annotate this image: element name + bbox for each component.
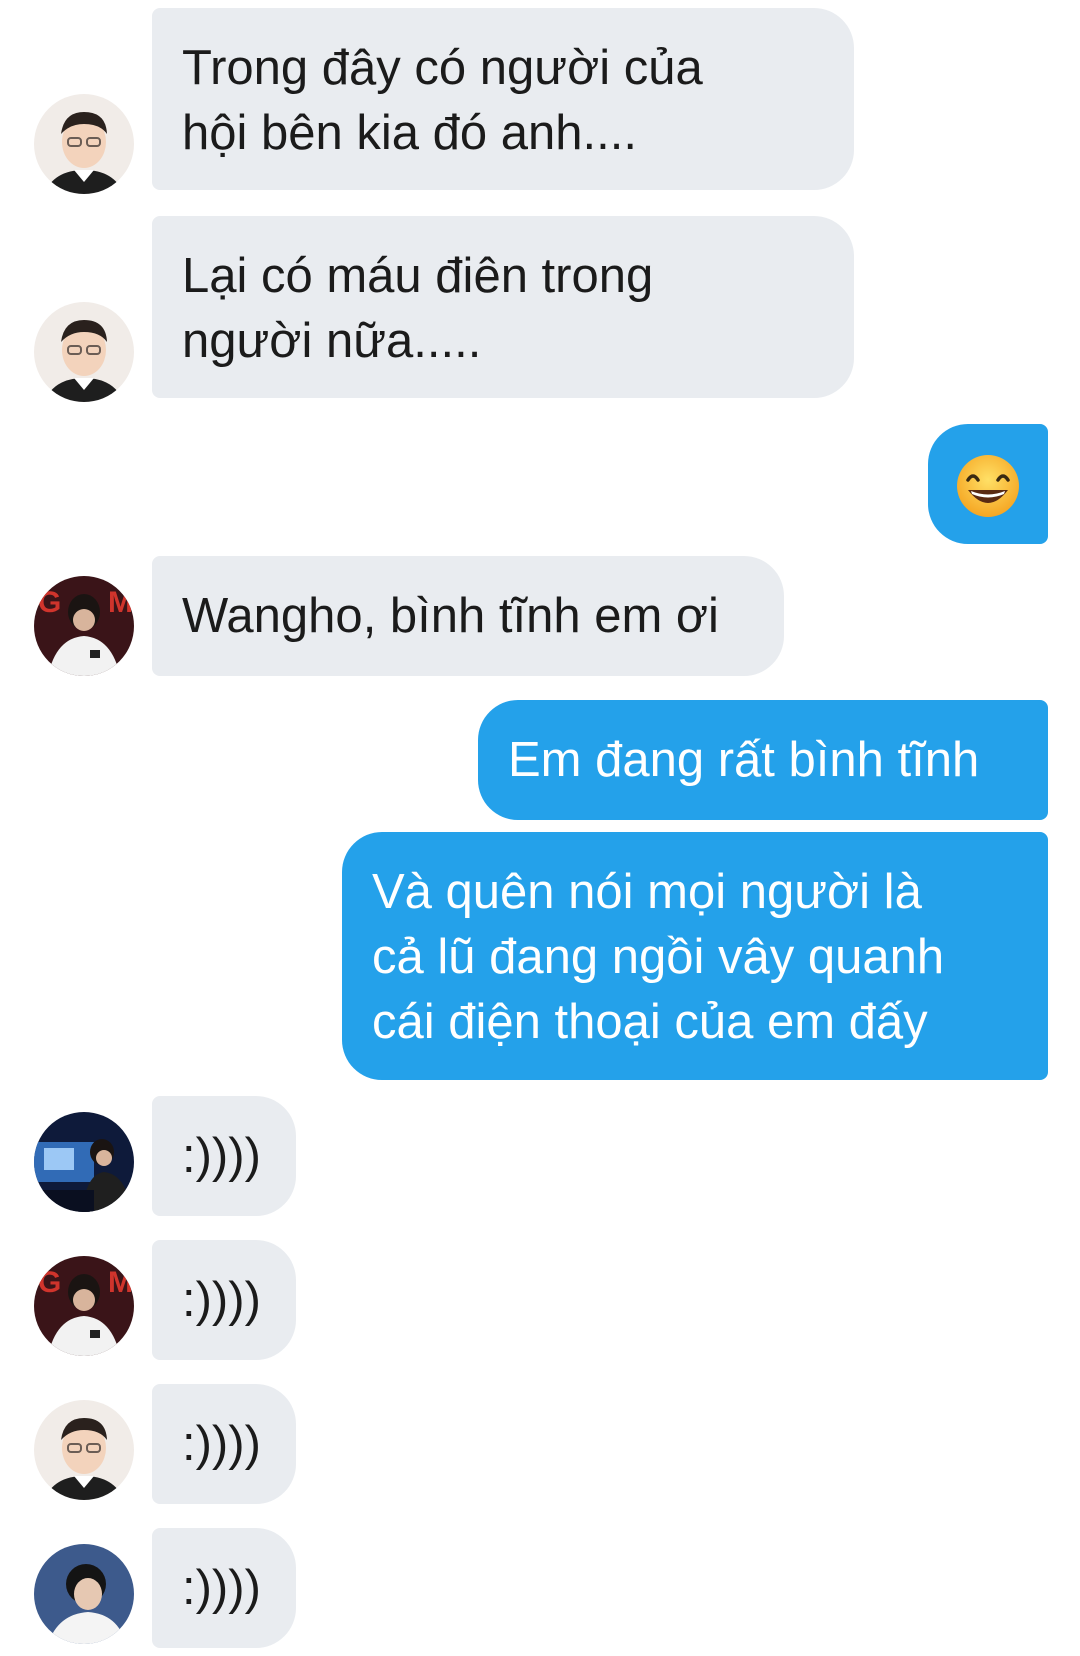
- message-bubble-incoming[interactable]: :)))): [152, 1528, 296, 1648]
- message-bubble-incoming[interactable]: :)))): [152, 1096, 296, 1216]
- message-text: cả lũ đang ngồi vây quanh: [372, 930, 945, 984]
- avatar-friend-glasses[interactable]: [34, 94, 134, 194]
- avatar-friend-glasses[interactable]: [34, 1400, 134, 1500]
- message-text: :)))): [182, 1561, 261, 1615]
- message-text: Em đang rất bình tĩnh: [508, 733, 980, 787]
- message-text: cái điện thoại của em đấy: [372, 995, 928, 1049]
- message-bubble-outgoing[interactable]: [928, 424, 1048, 544]
- svg-text:M: M: [108, 586, 133, 619]
- avatar-friend-blue[interactable]: [34, 1544, 134, 1644]
- grinning-face-emoji-icon: [957, 455, 1019, 517]
- svg-text:G: G: [38, 586, 61, 619]
- message-text: :)))): [182, 1129, 261, 1183]
- message-text: :)))): [182, 1417, 261, 1471]
- chat-thread: Trong đây có người của hội bên kia đó an…: [0, 0, 1080, 1656]
- svg-text:M: M: [108, 1266, 133, 1299]
- avatar-friend-stage[interactable]: [34, 1112, 134, 1212]
- avatar-friend-glasses[interactable]: [34, 302, 134, 402]
- message-text: Trong đây có người của: [182, 41, 703, 95]
- message-bubble-outgoing[interactable]: Và quên nói mọi người là cả lũ đang ngồi…: [342, 832, 1048, 1080]
- message-text: hội bên kia đó anh....: [182, 106, 637, 160]
- message-text: người nữa.....: [182, 314, 482, 368]
- message-bubble-incoming[interactable]: :)))): [152, 1384, 296, 1504]
- message-bubble-incoming[interactable]: :)))): [152, 1240, 296, 1360]
- svg-text:G: G: [38, 1266, 61, 1299]
- message-bubble-incoming[interactable]: Trong đây có người của hội bên kia đó an…: [152, 8, 854, 190]
- message-bubble-incoming[interactable]: Wangho, bình tĩnh em ơi: [152, 556, 784, 676]
- message-text: Và quên nói mọi người là: [372, 865, 922, 919]
- message-bubble-outgoing[interactable]: Em đang rất bình tĩnh: [478, 700, 1048, 820]
- message-text: Lại có máu điên trong: [182, 249, 654, 303]
- avatar-friend-gm[interactable]: G M: [34, 1256, 134, 1356]
- avatar-friend-gm[interactable]: G M: [34, 576, 134, 676]
- message-text: :)))): [182, 1273, 261, 1327]
- message-bubble-incoming[interactable]: Lại có máu điên trong người nữa.....: [152, 216, 854, 398]
- message-text: Wangho, bình tĩnh em ơi: [182, 589, 719, 643]
